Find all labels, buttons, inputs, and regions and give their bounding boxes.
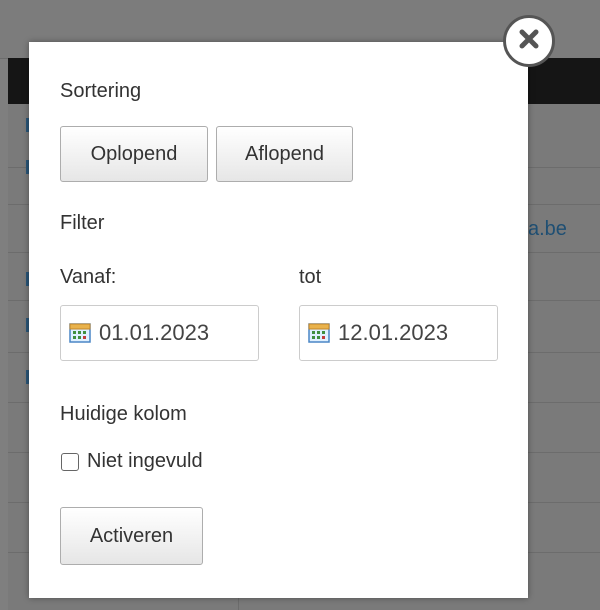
from-date-value: 01.01.2023 bbox=[99, 320, 210, 345]
not-filled-label[interactable]: Niet ingevuld bbox=[87, 450, 203, 473]
calendar-icon[interactable] bbox=[69, 323, 91, 343]
background-link-text: a.be bbox=[528, 218, 567, 240]
to-date-value: 12.01.2023 bbox=[338, 320, 449, 345]
not-filled-checkbox[interactable] bbox=[61, 453, 79, 471]
close-button[interactable] bbox=[503, 15, 555, 67]
sort-heading: Sortering bbox=[60, 80, 142, 102]
activate-button[interactable]: Activeren bbox=[60, 507, 203, 565]
from-date-field[interactable]: 01.01.2023 bbox=[60, 305, 259, 361]
calendar-icon[interactable] bbox=[308, 323, 330, 343]
sort-ascending-button[interactable]: Oplopend bbox=[60, 126, 208, 182]
filter-heading: Filter bbox=[60, 212, 105, 234]
to-date-field[interactable]: 12.01.2023 bbox=[299, 305, 498, 361]
sort-filter-popup: Sortering Oplopend Aflopend Filter Vanaf… bbox=[29, 42, 528, 598]
to-date-label: tot bbox=[299, 266, 322, 288]
close-icon bbox=[518, 28, 540, 55]
current-column-heading: Huidige kolom bbox=[60, 403, 187, 425]
sort-descending-button[interactable]: Aflopend bbox=[216, 126, 353, 182]
from-date-label: Vanaf: bbox=[60, 266, 117, 288]
